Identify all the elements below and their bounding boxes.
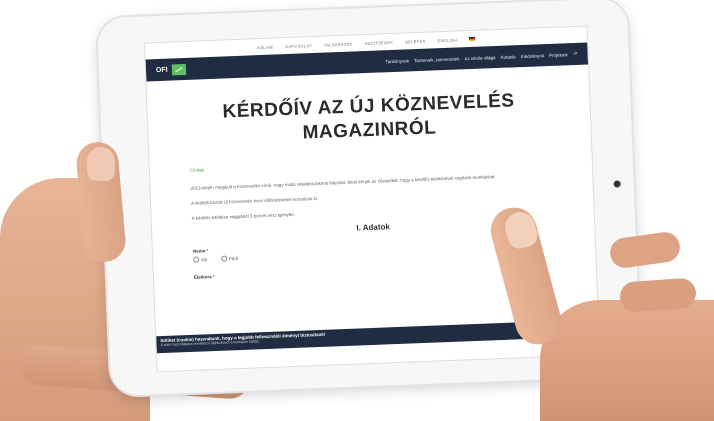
required-marker: * bbox=[206, 248, 209, 254]
flag-icon[interactable] bbox=[469, 36, 476, 42]
menu-item[interactable]: Projektek bbox=[549, 52, 568, 58]
search-icon[interactable]: ⌕ bbox=[574, 50, 578, 58]
topnav-item[interactable]: KÖLINE bbox=[257, 44, 274, 50]
radio-circle-icon[interactable] bbox=[193, 256, 200, 263]
topnav-item[interactable]: SEGÍTSÉGEK bbox=[364, 39, 393, 45]
site-logo[interactable]: OFI bbox=[156, 63, 186, 75]
required-marker: * bbox=[212, 273, 215, 280]
topnav-item[interactable]: TALÁRÉSZEK bbox=[324, 41, 353, 47]
left-thumb-nail bbox=[87, 147, 115, 181]
breadcrumb[interactable]: Címlap bbox=[190, 154, 552, 173]
radio-male[interactable]: Férfi bbox=[220, 255, 239, 262]
age-label-text: Életkora bbox=[193, 274, 212, 280]
topnav-item[interactable]: BELÉPÉS bbox=[405, 38, 426, 44]
menu-item[interactable]: Tankönyvek bbox=[385, 58, 409, 64]
logo-chart-icon bbox=[171, 63, 186, 75]
radio-circle-icon[interactable] bbox=[220, 255, 228, 262]
right-hand-palm bbox=[540, 300, 714, 421]
radio-female[interactable]: Nő bbox=[193, 256, 207, 263]
radio-label: Nő bbox=[201, 256, 208, 262]
topnav-item[interactable]: ENGLISH bbox=[437, 37, 457, 43]
menu-item[interactable]: Tantervek, tanmenetek bbox=[414, 56, 460, 63]
menu-item[interactable]: Az iskola világa bbox=[464, 55, 495, 61]
gender-label-text: Neme bbox=[192, 248, 206, 254]
logo-text: OFI bbox=[155, 66, 168, 74]
main-menu: Tankönyvek Tantervek, tanmenetek Az isko… bbox=[385, 52, 568, 64]
menu-item[interactable]: Kutatás bbox=[500, 54, 515, 60]
tablet-camera bbox=[613, 180, 621, 188]
menu-item[interactable]: Kiadványok bbox=[521, 53, 544, 59]
topnav-item[interactable]: KAPCSOLAT bbox=[285, 43, 312, 49]
right-hand-finger bbox=[619, 277, 697, 313]
radio-label: Férfi bbox=[228, 255, 239, 261]
photo-scene: KÖLINE KAPCSOLAT TALÁRÉSZEK SEGÍTSÉGEK B… bbox=[0, 0, 714, 421]
